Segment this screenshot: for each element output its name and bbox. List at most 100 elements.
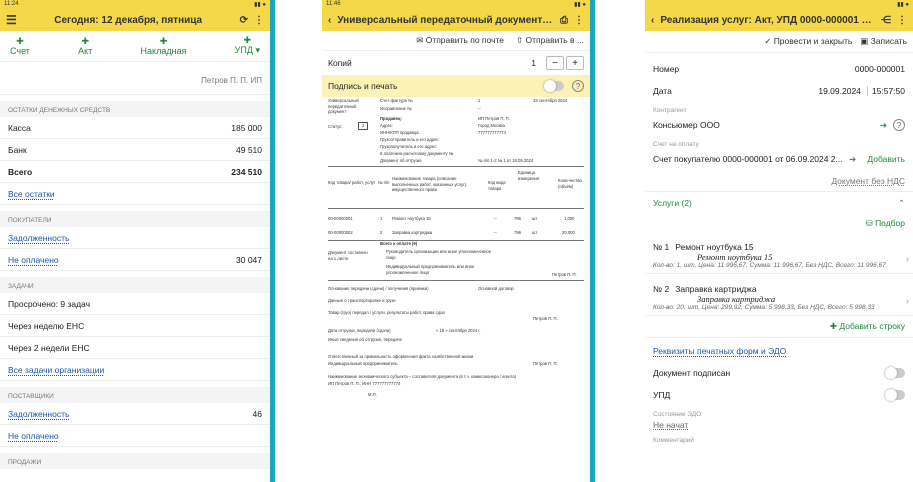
save-button[interactable]: ▣ Записать (860, 36, 907, 47)
suppliers-unpaid-link[interactable]: Не оплачено (8, 431, 59, 441)
toolbar: ✉ Отправить по почте ⇧ Отправить в ... (322, 31, 590, 51)
chevron-up-icon: ⌃ (897, 197, 905, 208)
sign-toggle[interactable] (544, 80, 564, 92)
all-tasks-link[interactable]: Все задачи организации (8, 365, 104, 375)
add-row-row: ✚ Добавить строку (645, 316, 913, 338)
status-bar: 11:24 ▮▮ ● (0, 0, 270, 9)
status-icons: ▮▮ ● (254, 2, 266, 8)
date-field: Дата 19.09.2024 15:57:50 (653, 86, 905, 96)
edo-label: Состояние ЭДО (653, 411, 702, 418)
page-title: Универсальный передаточный документ №000… (337, 14, 554, 26)
plus-icon: ✚ (81, 35, 89, 46)
all-balances-link[interactable]: Все остатки (8, 189, 55, 199)
sales-document-panel: ▮▮ ● ‹ Реализация услуг: Акт, УПД 0000-0… (645, 0, 913, 482)
chevron-right-icon: › (906, 296, 909, 306)
plus-icon: ✚ (16, 35, 24, 46)
app-header: ‹ Реализация услуг: Акт, УПД 0000-000001… (645, 9, 913, 31)
share-icon: ⇧ (516, 35, 524, 45)
more-icon[interactable]: ⋮ (897, 15, 907, 26)
more-icon[interactable]: ⋮ (574, 15, 584, 26)
minus-button[interactable]: − (546, 56, 564, 70)
chevron-right-icon: › (906, 254, 909, 264)
buyers-debts-row: Задолженность (0, 227, 270, 249)
task-row[interactable]: Через неделю ЕНС (0, 315, 270, 337)
plus-button[interactable]: + (566, 56, 584, 70)
buyers-debts-link[interactable]: Задолженность (8, 233, 69, 243)
all-balances-link-row: Все остатки (0, 183, 270, 205)
suppliers-unpaid-row: Не оплачено (0, 425, 270, 447)
page-title: Реализация услуг: Акт, УПД 0000-000001 о… (660, 14, 875, 26)
create-invoice-button[interactable]: ✚ Счет (10, 35, 30, 56)
send-mail-button[interactable]: ✉ Отправить по почте (416, 35, 504, 46)
total-row: Всего 234 510 (0, 161, 270, 183)
status-bar: 11:46 ▮▮ ● (322, 0, 590, 9)
edo-status-link[interactable]: Не начат (653, 420, 688, 430)
add-row-button[interactable]: ✚ Добавить строку (830, 321, 905, 332)
no-vat-link[interactable]: Документ без НДС (831, 176, 905, 186)
task-row[interactable]: Через 2 недели ЕНС (0, 337, 270, 359)
panel-separator (590, 0, 595, 482)
panel-separator (270, 0, 275, 482)
mail-icon: ✉ (416, 35, 424, 45)
create-waybill-button[interactable]: ✚ Накладная (141, 35, 187, 56)
tasks-section-title: ЗАДАЧИ (0, 277, 270, 293)
edo-row: Не начат (645, 418, 913, 432)
comment-field[interactable]: Комментарий (645, 432, 913, 444)
home-panel: 11:24 ▮▮ ● ☰ Сегодня: 12 декабря, пятница… (0, 0, 270, 482)
menu-icon[interactable]: ☰ (6, 13, 17, 27)
create-act-button[interactable]: ✚ Акт (78, 35, 92, 56)
service-item[interactable]: № 2 Заправка картриджа Заправка картриджа… (645, 274, 913, 316)
cash-row: Касса 185 000 (0, 117, 270, 139)
send-button[interactable]: ⇧ Отправить в ... (516, 35, 584, 46)
check-icon: ✓ (764, 36, 772, 46)
back-icon[interactable]: ‹ (651, 15, 654, 26)
copies-row: Копий 1 − + (322, 51, 590, 75)
post-close-button[interactable]: ✓ Провести и закрыть (764, 36, 852, 47)
buyers-section-title: ПОКУПАТЕЛИ (0, 211, 270, 227)
upd-toggle[interactable] (885, 389, 905, 401)
organization-user[interactable]: Петров П. П. ИП (0, 61, 270, 95)
signed-toggle[interactable] (885, 367, 905, 379)
bank-row: Банк 49 510 (0, 139, 270, 161)
copies-value: 1 (531, 58, 536, 68)
open-icon[interactable]: ➔ (849, 154, 856, 165)
buyers-unpaid-row: Не оплачено 30 047 (0, 249, 270, 271)
selection-button[interactable]: ⛁ Подбор (866, 218, 905, 229)
number-field: Номер 0000-000001 (653, 64, 905, 74)
print-forms-link-row: Реквизиты печатных форм и ЭДО (645, 340, 913, 362)
upd-document-preview: Универсальный передаточный документ Счет… (328, 94, 584, 474)
app-header: ‹ Универсальный передаточный документ №0… (322, 9, 590, 31)
refresh-icon[interactable]: ⟳ (240, 15, 248, 26)
help-icon[interactable]: ? (572, 80, 584, 92)
invoice-field[interactable]: Счет покупателю 0000-000001 от 06.09.202… (645, 148, 913, 170)
print-preview-panel: 11:46 ▮▮ ● ‹ Универсальный передаточный д… (322, 0, 590, 482)
open-icon[interactable]: ➔ (880, 120, 887, 131)
status-bar: ▮▮ ● (645, 0, 913, 9)
sales-section-title: ПРОДАЖИ (0, 453, 270, 469)
create-upd-button[interactable]: ✚ УПД ▾ (235, 36, 260, 56)
selection-row: ⛁ Подбор (645, 214, 913, 232)
more-icon[interactable]: ⋮ (254, 15, 264, 26)
buyers-unpaid-link[interactable]: Не оплачено (8, 255, 59, 265)
share-icon[interactable]: ⋲ (881, 15, 891, 26)
counterparty-field[interactable]: Консьюмер ООО ➔? (645, 114, 913, 136)
print-forms-link[interactable]: Реквизиты печатных форм и ЭДО (653, 346, 786, 356)
status-time: 11:24 (4, 1, 19, 7)
toolbar: ✓ Провести и закрыть ▣ Записать (645, 31, 913, 53)
page-title: Сегодня: 12 декабря, пятница (54, 14, 203, 26)
services-header[interactable]: Услуги (2) ⌃ (645, 192, 913, 214)
add-link[interactable]: Добавить (867, 154, 905, 164)
upd-row: УПД (645, 384, 913, 406)
cash-section-title: ОСТАТКИ ДЕНЕЖНЫХ СРЕДСТВ (0, 101, 270, 117)
plus-icon: ✚ (159, 35, 168, 46)
task-row[interactable]: Просрочено: 9 задач (0, 293, 270, 315)
back-icon[interactable]: ‹ (328, 15, 331, 26)
suppliers-debts-link[interactable]: Задолженность (8, 409, 69, 419)
suppliers-debts-row: Задолженность 46 (0, 403, 270, 425)
printer-icon[interactable]: ⎙ (560, 15, 568, 26)
plus-icon: ✚ (243, 35, 252, 45)
help-icon[interactable]: ? (893, 119, 905, 131)
invoice-label: Счет на оплату (653, 141, 699, 148)
service-item[interactable]: № 1 Ремонт ноутбука 15 Ремонт ноутбука 15… (645, 232, 913, 274)
create-actions: ✚ Счет ✚ Акт ✚ Накладная ✚ УПД ▾ (0, 31, 270, 61)
